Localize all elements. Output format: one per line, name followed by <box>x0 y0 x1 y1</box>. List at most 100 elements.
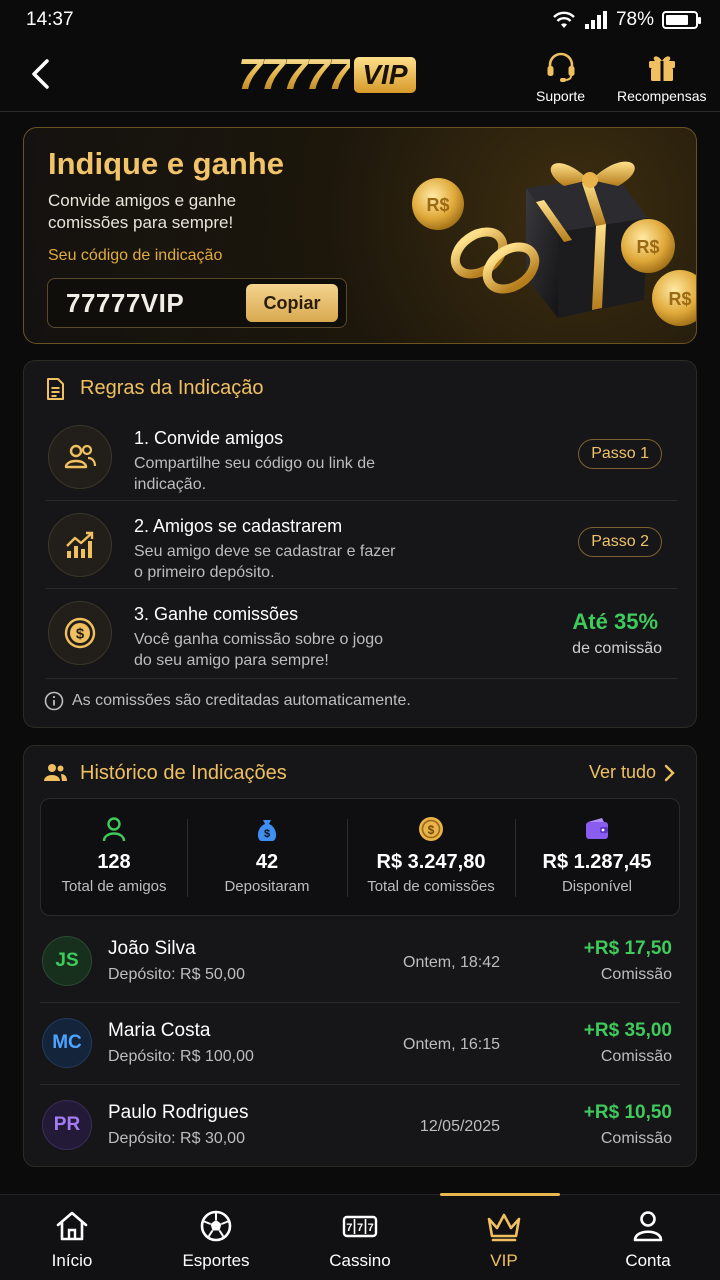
svg-text:7: 7 <box>368 1222 374 1234</box>
stat-value: 42 <box>255 851 279 873</box>
see-all-label: Ver tudo <box>588 762 656 782</box>
svg-text:7: 7 <box>357 1222 363 1234</box>
commission-label: Comissão <box>600 966 672 983</box>
avatar: PR <box>42 1100 92 1150</box>
stat-label: Disponível <box>561 878 633 895</box>
gift-box-illustration: R$ R$ R$ <box>412 161 696 326</box>
nav-label: Cassino <box>329 1251 391 1270</box>
home-icon <box>56 1211 88 1241</box>
rules-title: Regras da Indicação <box>80 377 264 399</box>
commission-amount: +R$ 17,50 <box>583 938 672 959</box>
money-bag-icon: $ <box>257 820 277 841</box>
rules-note: As comissões são creditadas automaticame… <box>44 691 411 711</box>
commission-label: de comissão <box>572 640 662 657</box>
referral-deposit: Depósito: R$ 50,00 <box>108 966 245 983</box>
svg-text:$: $ <box>76 626 85 643</box>
banner-subtitle: Convide amigos e ganhe comissões para se… <box>48 191 237 232</box>
soccer-ball-icon <box>200 1210 232 1242</box>
wallet-icon <box>586 818 608 839</box>
nav-home[interactable]: Início <box>0 1195 144 1280</box>
banner-title: Indique e ganhe <box>48 146 284 181</box>
logo-number: 77777 <box>238 50 352 99</box>
referral-code-box: 77777VIP Copiar <box>47 278 347 328</box>
rule-item: 2. Amigos se cadastrarem Seu amigo deve … <box>46 501 678 589</box>
stat-total-commission: $ R$ 3.247,80 Total de comissões <box>347 799 515 917</box>
signal-icon <box>584 11 607 29</box>
back-button[interactable] <box>22 54 58 94</box>
headset-icon <box>547 52 575 82</box>
referral-row[interactable]: MC Maria Costa Depósito: R$ 100,00 Ontem… <box>40 1002 680 1084</box>
rules-note-text: As comissões são creditadas automaticame… <box>72 692 411 709</box>
stat-label: Total de amigos <box>61 878 167 895</box>
rule-title: 2. Amigos se cadastrarem <box>134 516 343 536</box>
battery-fill <box>666 15 688 25</box>
chevron-left-icon <box>32 59 49 89</box>
users-icon <box>64 444 97 469</box>
support-button[interactable]: Suporte <box>536 50 585 104</box>
document-icon <box>47 378 64 400</box>
commission-amount: +R$ 10,50 <box>583 1102 672 1123</box>
bottom-navigation: Início Esportes 7 7 7 Cassino VIP Conta <box>0 1193 720 1280</box>
referral-date: Ontem, 18:42 <box>403 954 500 971</box>
see-all-link[interactable]: Ver tudo <box>589 762 676 783</box>
svg-text:7: 7 <box>346 1222 352 1234</box>
referral-code-label: Seu código de indicação <box>48 247 223 264</box>
stat-deposited: $ 42 Depositaram <box>187 799 347 917</box>
commission-label: Comissão <box>600 1048 672 1065</box>
avatar: MC <box>42 1018 92 1068</box>
commission-amount: +R$ 35,00 <box>583 1020 672 1041</box>
coin-icon: $ <box>419 817 443 841</box>
step-badge: Passo 2 <box>578 527 662 557</box>
referral-banner: Indique e ganhe Convide amigos e ganhe c… <box>23 127 697 344</box>
nav-vip[interactable]: VIP <box>432 1195 576 1280</box>
svg-text:R$: R$ <box>668 289 691 309</box>
nav-casino[interactable]: 7 7 7 Cassino <box>288 1195 432 1280</box>
rewards-label: Recompensas <box>617 88 707 104</box>
rule-description: Compartilhe seu código ou link de indica… <box>134 455 376 493</box>
rule-item: 1. Convide amigos Compartilhe seu código… <box>46 413 678 501</box>
stat-label: Total de comissões <box>367 878 495 895</box>
referral-deposit: Depósito: R$ 100,00 <box>108 1048 254 1065</box>
rule-icon-wrap <box>48 425 112 489</box>
referral-history-card: Histórico de Indicações Ver tudo 128 Tot… <box>23 745 697 1167</box>
status-bar: 14:37 78% <box>0 0 720 40</box>
rewards-button[interactable]: Recompensas <box>617 50 707 104</box>
commission-percentage: Até 35% <box>572 609 658 634</box>
referral-name: Maria Costa <box>108 1020 211 1041</box>
brand-logo[interactable]: 77777 VIP <box>238 50 416 100</box>
nav-sports[interactable]: Esportes <box>144 1195 288 1280</box>
svg-text:$: $ <box>428 823 435 837</box>
divider <box>46 678 678 679</box>
chevron-right-icon <box>664 764 675 781</box>
referral-row[interactable]: JS João Silva Depósito: R$ 50,00 Ontem, … <box>40 920 680 1002</box>
crown-icon <box>487 1213 521 1242</box>
nav-label: Conta <box>625 1251 671 1270</box>
battery-icon <box>662 11 701 29</box>
referral-stats: 128 Total de amigos $ 42 Depositaram $ R… <box>40 798 680 916</box>
svg-text:R$: R$ <box>426 195 449 215</box>
history-title: Histórico de Indicações <box>80 762 287 784</box>
referral-date: 12/05/2025 <box>419 1118 500 1135</box>
referral-row[interactable]: PR Paulo Rodrigues Depósito: R$ 30,00 12… <box>40 1084 680 1166</box>
users-icon <box>44 764 67 781</box>
rule-item: $ 3. Ganhe comissões Você ganha comissão… <box>46 589 678 677</box>
referral-deposit: Depósito: R$ 30,00 <box>108 1130 245 1147</box>
status-icons: 78% <box>552 9 701 31</box>
nav-label: Esportes <box>182 1251 250 1270</box>
svg-text:$: $ <box>264 828 270 840</box>
dollar-coin-icon: $ <box>64 617 96 649</box>
referral-rules-card: Regras da Indicação 1. Convide amigos Co… <box>23 360 697 728</box>
commission-label: Comissão <box>600 1130 672 1147</box>
rule-description: Você ganha comissão sobre o jogo do seu … <box>134 631 384 669</box>
stat-value: 128 <box>97 851 131 873</box>
copy-button[interactable]: Copiar <box>246 284 338 322</box>
rule-icon-wrap: $ <box>48 601 112 665</box>
logo-vip-badge: VIP <box>354 57 416 93</box>
stat-label: Depositaram <box>224 878 310 895</box>
app-header: 77777 VIP Suporte Recompensas <box>0 40 720 112</box>
referral-name: Paulo Rodrigues <box>108 1102 249 1123</box>
stat-available: R$ 1.287,45 Disponível <box>515 799 679 917</box>
nav-account[interactable]: Conta <box>576 1195 720 1280</box>
rule-title: 1. Convide amigos <box>134 428 284 448</box>
wifi-icon <box>553 11 575 28</box>
